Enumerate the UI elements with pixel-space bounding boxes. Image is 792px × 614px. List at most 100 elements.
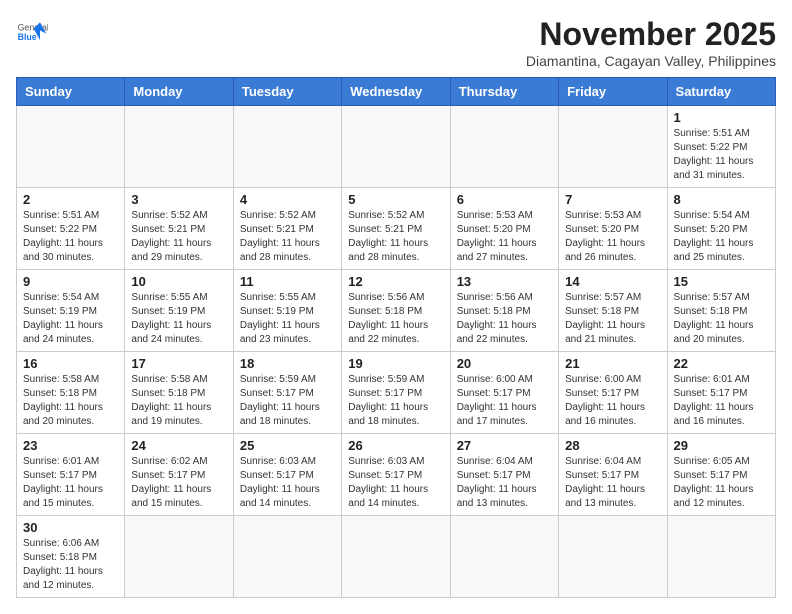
calendar-cell: 10Sunrise: 5:55 AM Sunset: 5:19 PM Dayli… bbox=[125, 270, 233, 352]
day-info: Sunrise: 5:52 AM Sunset: 5:21 PM Dayligh… bbox=[240, 209, 335, 265]
calendar-cell: 22 Sunrise: 6:01 AM Sunset: 5:17 PM Dayli… bbox=[667, 352, 775, 434]
calendar-cell bbox=[233, 106, 341, 188]
day-number: 22 bbox=[674, 356, 769, 371]
calendar-cell: 15 Sunrise: 5:57 AM Sunset: 5:18 PM Dayli… bbox=[667, 270, 775, 352]
calendar-cell: 30 Sunrise: 6:06 AM Sunset: 5:18 PM Dayli… bbox=[17, 516, 125, 598]
calendar-cell: 1Sunrise: 5:51 AM Sunset: 5:22 PM Daylig… bbox=[667, 106, 775, 188]
day-info: Sunrise: 5:51 AM Sunset: 5:22 PM Dayligh… bbox=[674, 127, 769, 183]
calendar-cell bbox=[450, 106, 558, 188]
day-info: Sunrise: 6:04 AM Sunset: 5:17 PM Dayligh… bbox=[457, 455, 552, 511]
day-number: 25 bbox=[240, 438, 335, 453]
day-info: Sunrise: 5:54 AM Sunset: 5:19 PM Dayligh… bbox=[23, 291, 118, 347]
calendar-cell: 28 Sunrise: 6:04 AM Sunset: 5:17 PM Dayli… bbox=[559, 434, 667, 516]
day-number: 6 bbox=[457, 192, 552, 207]
day-number: 17 bbox=[131, 356, 226, 371]
calendar-cell: 2Sunrise: 5:51 AM Sunset: 5:22 PM Daylig… bbox=[17, 188, 125, 270]
day-number: 15 bbox=[674, 274, 769, 289]
day-number: 13 bbox=[457, 274, 552, 289]
calendar-cell: 6 Sunrise: 5:53 AM Sunset: 5:20 PM Daylig… bbox=[450, 188, 558, 270]
location-title: Diamantina, Cagayan Valley, Philippines bbox=[526, 53, 776, 69]
calendar-cell: 17 Sunrise: 5:58 AM Sunset: 5:18 PM Dayli… bbox=[125, 352, 233, 434]
calendar-cell bbox=[559, 516, 667, 598]
calendar-cell: 29Sunrise: 6:05 AM Sunset: 5:17 PM Dayli… bbox=[667, 434, 775, 516]
day-number: 9 bbox=[23, 274, 118, 289]
calendar-cell bbox=[559, 106, 667, 188]
calendar-cell bbox=[342, 516, 450, 598]
calendar-cell: 9 Sunrise: 5:54 AM Sunset: 5:19 PM Daylig… bbox=[17, 270, 125, 352]
calendar-cell: 4Sunrise: 5:52 AM Sunset: 5:21 PM Daylig… bbox=[233, 188, 341, 270]
calendar-cell: 11Sunrise: 5:55 AM Sunset: 5:19 PM Dayli… bbox=[233, 270, 341, 352]
calendar-cell: 27 Sunrise: 6:04 AM Sunset: 5:17 PM Dayli… bbox=[450, 434, 558, 516]
day-info: Sunrise: 5:54 AM Sunset: 5:20 PM Dayligh… bbox=[674, 209, 769, 265]
calendar-cell bbox=[17, 106, 125, 188]
day-info: Sunrise: 5:59 AM Sunset: 5:17 PM Dayligh… bbox=[240, 373, 335, 429]
day-info: Sunrise: 5:57 AM Sunset: 5:18 PM Dayligh… bbox=[674, 291, 769, 347]
weekday-header-row: SundayMondayTuesdayWednesdayThursdayFrid… bbox=[17, 78, 776, 106]
logo: General Blue bbox=[16, 16, 48, 48]
calendar-cell: 7Sunrise: 5:53 AM Sunset: 5:20 PM Daylig… bbox=[559, 188, 667, 270]
calendar-cell: 12 Sunrise: 5:56 AM Sunset: 5:18 PM Dayli… bbox=[342, 270, 450, 352]
day-number: 30 bbox=[23, 520, 118, 535]
calendar-cell: 14Sunrise: 5:57 AM Sunset: 5:18 PM Dayli… bbox=[559, 270, 667, 352]
title-block: November 2025 Diamantina, Cagayan Valley… bbox=[526, 16, 776, 69]
day-info: Sunrise: 5:58 AM Sunset: 5:18 PM Dayligh… bbox=[23, 373, 118, 429]
day-info: Sunrise: 6:05 AM Sunset: 5:17 PM Dayligh… bbox=[674, 455, 769, 511]
calendar-week-row: 2Sunrise: 5:51 AM Sunset: 5:22 PM Daylig… bbox=[17, 188, 776, 270]
day-number: 19 bbox=[348, 356, 443, 371]
day-info: Sunrise: 5:53 AM Sunset: 5:20 PM Dayligh… bbox=[565, 209, 660, 265]
calendar-cell: 19 Sunrise: 5:59 AM Sunset: 5:17 PM Dayli… bbox=[342, 352, 450, 434]
day-info: Sunrise: 6:01 AM Sunset: 5:17 PM Dayligh… bbox=[23, 455, 118, 511]
day-number: 24 bbox=[131, 438, 226, 453]
svg-text:Blue: Blue bbox=[18, 32, 37, 42]
day-number: 5 bbox=[348, 192, 443, 207]
day-info: Sunrise: 6:00 AM Sunset: 5:17 PM Dayligh… bbox=[457, 373, 552, 429]
day-number: 8 bbox=[674, 192, 769, 207]
day-info: Sunrise: 6:04 AM Sunset: 5:17 PM Dayligh… bbox=[565, 455, 660, 511]
calendar-week-row: 1Sunrise: 5:51 AM Sunset: 5:22 PM Daylig… bbox=[17, 106, 776, 188]
calendar-cell: 24 Sunrise: 6:02 AM Sunset: 5:17 PM Dayli… bbox=[125, 434, 233, 516]
day-number: 2 bbox=[23, 192, 118, 207]
day-info: Sunrise: 5:59 AM Sunset: 5:17 PM Dayligh… bbox=[348, 373, 443, 429]
weekday-header-sunday: Sunday bbox=[17, 78, 125, 106]
calendar-cell: 25 Sunrise: 6:03 AM Sunset: 5:17 PM Dayli… bbox=[233, 434, 341, 516]
calendar-cell bbox=[450, 516, 558, 598]
calendar-cell bbox=[342, 106, 450, 188]
calendar-cell: 16 Sunrise: 5:58 AM Sunset: 5:18 PM Dayli… bbox=[17, 352, 125, 434]
calendar-week-row: 30 Sunrise: 6:06 AM Sunset: 5:18 PM Dayli… bbox=[17, 516, 776, 598]
weekday-header-friday: Friday bbox=[559, 78, 667, 106]
day-number: 28 bbox=[565, 438, 660, 453]
day-number: 21 bbox=[565, 356, 660, 371]
calendar-cell: 18 Sunrise: 5:59 AM Sunset: 5:17 PM Dayli… bbox=[233, 352, 341, 434]
day-info: Sunrise: 5:56 AM Sunset: 5:18 PM Dayligh… bbox=[348, 291, 443, 347]
day-number: 18 bbox=[240, 356, 335, 371]
calendar-cell: 13Sunrise: 5:56 AM Sunset: 5:18 PM Dayli… bbox=[450, 270, 558, 352]
calendar-cell: 20 Sunrise: 6:00 AM Sunset: 5:17 PM Dayli… bbox=[450, 352, 558, 434]
day-info: Sunrise: 6:01 AM Sunset: 5:17 PM Dayligh… bbox=[674, 373, 769, 429]
day-info: Sunrise: 6:02 AM Sunset: 5:17 PM Dayligh… bbox=[131, 455, 226, 511]
calendar-week-row: 23 Sunrise: 6:01 AM Sunset: 5:17 PM Dayli… bbox=[17, 434, 776, 516]
day-info: Sunrise: 6:03 AM Sunset: 5:17 PM Dayligh… bbox=[240, 455, 335, 511]
day-number: 16 bbox=[23, 356, 118, 371]
calendar-table: SundayMondayTuesdayWednesdayThursdayFrid… bbox=[16, 77, 776, 598]
weekday-header-saturday: Saturday bbox=[667, 78, 775, 106]
calendar-cell: 23 Sunrise: 6:01 AM Sunset: 5:17 PM Dayli… bbox=[17, 434, 125, 516]
day-number: 27 bbox=[457, 438, 552, 453]
calendar-cell bbox=[233, 516, 341, 598]
day-number: 12 bbox=[348, 274, 443, 289]
calendar-week-row: 16 Sunrise: 5:58 AM Sunset: 5:18 PM Dayli… bbox=[17, 352, 776, 434]
day-number: 20 bbox=[457, 356, 552, 371]
day-info: Sunrise: 5:52 AM Sunset: 5:21 PM Dayligh… bbox=[131, 209, 226, 265]
weekday-header-monday: Monday bbox=[125, 78, 233, 106]
calendar-cell: 5Sunrise: 5:52 AM Sunset: 5:21 PM Daylig… bbox=[342, 188, 450, 270]
day-info: Sunrise: 5:53 AM Sunset: 5:20 PM Dayligh… bbox=[457, 209, 552, 265]
day-number: 3 bbox=[131, 192, 226, 207]
day-info: Sunrise: 5:55 AM Sunset: 5:19 PM Dayligh… bbox=[131, 291, 226, 347]
day-info: Sunrise: 5:57 AM Sunset: 5:18 PM Dayligh… bbox=[565, 291, 660, 347]
day-info: Sunrise: 5:55 AM Sunset: 5:19 PM Dayligh… bbox=[240, 291, 335, 347]
day-info: Sunrise: 5:58 AM Sunset: 5:18 PM Dayligh… bbox=[131, 373, 226, 429]
day-number: 23 bbox=[23, 438, 118, 453]
month-title: November 2025 bbox=[526, 16, 776, 53]
day-number: 26 bbox=[348, 438, 443, 453]
day-info: Sunrise: 6:06 AM Sunset: 5:18 PM Dayligh… bbox=[23, 537, 118, 593]
calendar-cell: 3 Sunrise: 5:52 AM Sunset: 5:21 PM Daylig… bbox=[125, 188, 233, 270]
